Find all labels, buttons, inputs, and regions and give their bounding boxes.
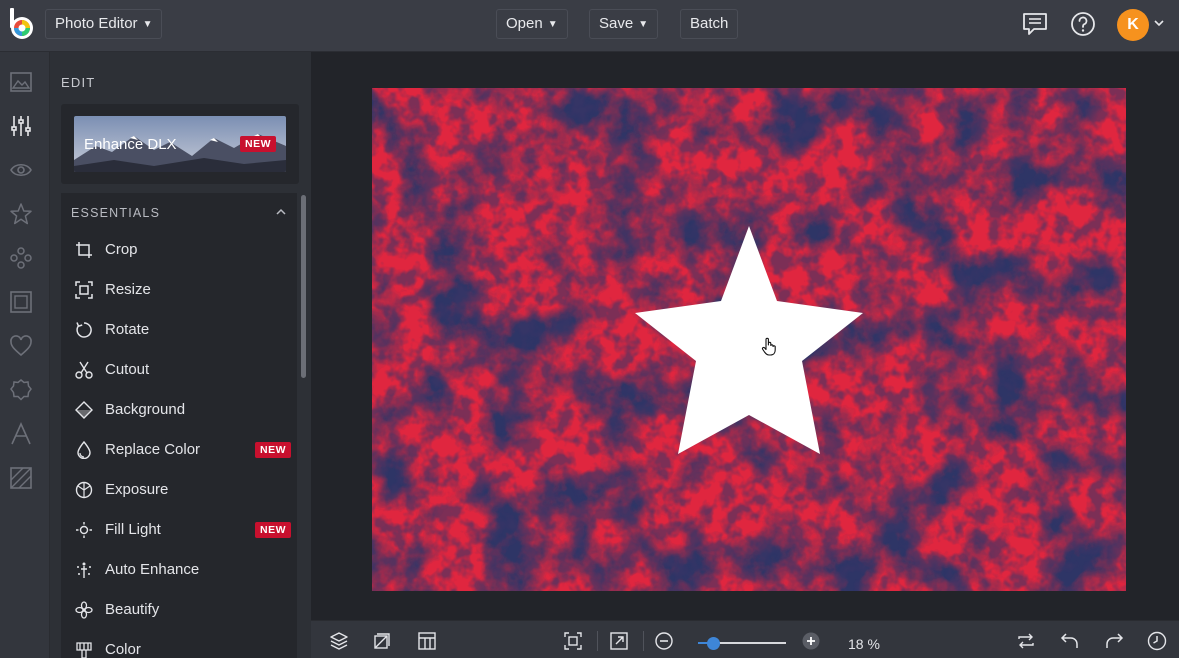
droplet-icon [77,441,91,459]
history-icon[interactable] [1147,631,1167,651]
zoom-slider-handle[interactable] [707,637,721,650]
enhance-dlx-card[interactable]: Enhance DLX NEW [61,104,299,184]
tool-fill-light[interactable]: Fill Light NEW [61,510,297,550]
tool-rotate[interactable]: Rotate [61,310,297,350]
resize-icon [75,281,93,299]
chevron-down-icon: ▼ [142,19,153,30]
photo-editor-menu-button[interactable]: Photo Editor ▼ [45,9,163,39]
sun-icon [76,522,92,538]
heart-icon[interactable] [9,334,33,358]
zoom-level-text[interactable]: 18 % [848,636,880,652]
zoom-in-icon[interactable] [801,631,821,651]
layers-icon[interactable] [329,631,349,651]
eye-icon[interactable] [9,158,33,182]
tool-label: Replace Color [105,441,201,458]
tool-exposure[interactable]: Exposure [61,470,297,510]
red-texture-photo-image [372,88,1126,591]
edit-panel: EDIT Enhance DLX NEW ESSENTIALS Crop Res… [50,52,311,658]
befunky-logo-icon[interactable] [8,8,36,42]
panel-title: EDIT [61,75,96,90]
photo-icon[interactable] [9,70,33,94]
enhance-dlx-label: Enhance DLX [84,136,177,153]
layout-icon[interactable] [417,631,437,651]
batch-label: Batch [690,15,729,32]
tool-label: Resize [105,281,151,298]
open-label: Open [506,15,543,32]
tool-label: Beautify [105,601,160,618]
tool-auto-enhance[interactable]: Auto Enhance [61,550,297,590]
expand-icon[interactable] [609,631,629,651]
comments-icon[interactable] [1021,10,1049,38]
new-badge: NEW [255,442,291,458]
rotate-icon [76,322,92,338]
photo-editor-label: Photo Editor [55,15,138,32]
badge-icon[interactable] [9,378,33,402]
photo-canvas[interactable] [372,88,1126,591]
tool-crop[interactable]: Crop [61,230,297,270]
new-badge: NEW [255,522,291,538]
panel-scrollbar[interactable] [301,195,306,378]
texture-icon[interactable] [9,466,33,490]
tool-label: Auto Enhance [105,561,200,578]
user-avatar[interactable]: K [1117,9,1149,41]
bottom-toolbar: 18 % [311,620,1179,658]
exposure-icon [75,481,93,499]
text-icon[interactable] [9,422,33,446]
tool-label: Color [105,641,141,658]
new-badge: NEW [240,136,276,152]
scissors-icon [75,361,93,379]
tool-label: Crop [105,241,138,258]
tool-category-rail [0,52,50,658]
artboard-icon[interactable] [372,631,392,651]
essentials-section: ESSENTIALS Crop Resize Rotate Cutout Bac… [61,193,297,658]
save-label: Save [599,15,634,32]
tool-label: Cutout [105,361,150,378]
color-icon [76,642,92,658]
undo-icon[interactable] [1060,631,1080,651]
toolbar-divider [597,631,598,651]
tool-replace-color[interactable]: Replace Color NEW [61,430,297,470]
frame-icon[interactable] [9,290,33,314]
top-bar: Photo Editor ▼ Open ▼ Save ▼ Batch K [0,0,1179,52]
toolbar-divider [643,631,644,651]
hand-cursor-icon [761,337,776,356]
open-button[interactable]: Open ▼ [496,9,568,39]
components-icon[interactable] [9,246,33,270]
chevron-up-icon[interactable] [275,206,287,218]
chevron-down-icon: ▼ [547,19,558,30]
essentials-header[interactable]: ESSENTIALS [71,206,160,220]
beautify-icon [75,601,93,619]
tool-color[interactable]: Color [61,630,297,658]
crop-icon [76,242,92,258]
sliders-icon[interactable] [9,114,33,138]
chevron-down-icon: ▼ [638,19,649,30]
auto-enhance-icon [77,562,91,578]
tool-background[interactable]: Background [61,390,297,430]
flip-icon[interactable] [1016,631,1036,651]
save-button[interactable]: Save ▼ [589,9,659,39]
tool-resize[interactable]: Resize [61,270,297,310]
zoom-out-icon[interactable] [654,631,674,651]
redo-icon[interactable] [1104,631,1124,651]
tool-cutout[interactable]: Cutout [61,350,297,390]
enhance-dlx-thumbnail[interactable]: Enhance DLX NEW [74,116,286,172]
fit-screen-icon[interactable] [563,631,583,651]
chevron-down-icon[interactable] [1153,17,1165,29]
tool-label: Background [105,401,186,418]
tool-label: Fill Light [105,521,161,538]
batch-button[interactable]: Batch [680,9,739,39]
help-icon[interactable] [1069,10,1097,38]
background-icon [75,401,93,419]
tool-label: Rotate [105,321,150,338]
tool-beautify[interactable]: Beautify [61,590,297,630]
star-icon[interactable] [9,202,33,226]
tool-label: Exposure [105,481,169,498]
